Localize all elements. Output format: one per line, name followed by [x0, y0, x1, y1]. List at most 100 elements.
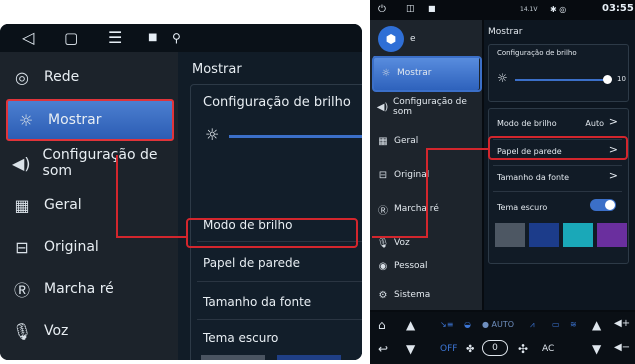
slider-knob[interactable] — [603, 75, 612, 84]
volume-down-icon[interactable]: ◀− — [614, 342, 630, 353]
main-panel: Mostrar Configuração de brilho ☼ 10 Modo… — [484, 20, 635, 310]
sidebar-item-label: e — [410, 34, 416, 44]
sidebar-item-geral[interactable]: ▦ Geral — [0, 184, 178, 226]
sidebar-item-rede[interactable]: ◎ Rede — [0, 56, 178, 98]
wallpaper-thumb[interactable] — [529, 223, 559, 247]
sidebar-item-original[interactable]: ⊟ Original — [0, 226, 178, 268]
brightness-slider[interactable] — [515, 79, 607, 81]
sidebar-item-label: Voz — [394, 238, 410, 248]
usb-icon: ⚲ — [172, 31, 181, 45]
system-icon: ⚙ — [378, 289, 388, 301]
main-panel: Mostrar Configuração de brilho ☼ Modo de… — [178, 52, 362, 360]
toggle-knob — [605, 200, 615, 210]
mic-icon: 🎙 — [376, 237, 390, 249]
brightness-header: Configuração de brilho — [497, 49, 577, 57]
divider — [493, 191, 622, 192]
status-bar: ⏻ ◫ ■ 14.1V ✱ ◎ 03:55 — [370, 0, 635, 20]
connector-line — [116, 236, 188, 238]
climate-bar: ⌂ ▲ ↩ ▼ ↘≡ ◒ ● AUTO ⩘ ▭ ≋ OFF ✤ 0 ✣ AC ▲… — [370, 312, 635, 364]
sidebar-item-label: Marcha ré — [394, 204, 439, 214]
app-logo-icon: ⬢ — [378, 26, 404, 52]
wallpaper-thumb[interactable] — [495, 223, 525, 247]
brightness-header: Configuração de brilho — [203, 95, 351, 110]
off-button[interactable]: OFF — [440, 344, 457, 354]
back-icon[interactable]: ◁ — [22, 24, 34, 52]
ac-button[interactable]: AC — [542, 344, 554, 354]
sidebar-item-sistema[interactable]: ⚙ Sistema — [370, 278, 482, 312]
clock: 03:55 — [602, 3, 634, 14]
reverse-icon: Ⓡ — [378, 205, 388, 217]
windshield-icon[interactable]: ⩘ — [530, 320, 535, 330]
brightness-icon: ☼ — [497, 71, 508, 85]
papel-de-parede-highlight — [488, 136, 628, 160]
brightness-slider[interactable] — [229, 135, 362, 138]
back-icon[interactable]: ↩ — [378, 342, 388, 356]
tamanho-da-fonte-label[interactable]: Tamanho da fonte — [497, 173, 569, 182]
auto-text: AUTO — [491, 320, 515, 329]
divider — [493, 165, 622, 166]
modo-de-brilho-label[interactable]: Modo de brilho — [497, 119, 557, 128]
sidebar-item-label: Original — [394, 170, 430, 180]
image-icon: ■ — [428, 4, 436, 13]
sidebar-item-label: Original — [44, 239, 99, 255]
modo-value: Auto — [585, 119, 604, 128]
dark-theme-toggle[interactable] — [590, 199, 616, 211]
recirculate-icon[interactable]: ◒ — [464, 320, 471, 329]
divider — [197, 281, 362, 282]
page-title: Mostrar — [488, 27, 523, 37]
fan-low-icon[interactable]: ✤ — [466, 344, 474, 355]
sidebar-item-label: Geral — [44, 197, 82, 213]
right-screenshot: ⏻ ◫ ■ 14.1V ✱ ◎ 03:55 ⬢ e ☼ Mostrar ◀) C… — [370, 0, 635, 364]
wallpaper-thumb[interactable] — [277, 355, 341, 360]
volume-up-icon[interactable]: ◀+ — [614, 318, 630, 329]
sidebar-item-label: Voz — [44, 323, 69, 339]
home-icon[interactable]: ▢ — [64, 24, 78, 52]
sidebar-item-marcha[interactable]: Ⓡ Marcha ré — [0, 268, 178, 310]
sidebar-item-app[interactable]: ⬢ e — [370, 22, 482, 56]
sidebar-item-label: Marcha ré — [44, 281, 114, 297]
sidebar-item-label: Sistema — [394, 290, 431, 300]
temp-up-icon[interactable]: ▲ — [406, 318, 415, 332]
wallpaper-thumb[interactable] — [201, 355, 265, 360]
fan-high-icon[interactable]: ✣ — [518, 342, 528, 356]
page-title: Mostrar — [192, 62, 242, 77]
seat-heat-icon[interactable]: ≋ — [570, 320, 577, 329]
connector-line — [426, 148, 428, 236]
antenna-icon: ◎ — [15, 67, 29, 87]
brightness-icon: ☼ — [205, 125, 220, 144]
divider — [197, 319, 362, 320]
tamanho-da-fonte-label[interactable]: Tamanho da fonte — [203, 295, 311, 309]
sidebar-item-som[interactable]: ◀) Configuração de som — [370, 90, 482, 124]
papel-de-parede-label[interactable]: Papel de parede — [203, 256, 300, 270]
sidebar-item-label: Pessoal — [394, 261, 428, 271]
sidebar-item-voz[interactable]: 🎙 Voz — [0, 310, 178, 352]
rear-defrost-icon[interactable]: ▭ — [552, 320, 560, 329]
wallpaper-thumb[interactable] — [597, 223, 627, 247]
connector-line — [372, 236, 428, 238]
wallpaper-thumb[interactable] — [563, 223, 593, 247]
sidebar-item-label: Rede — [44, 69, 80, 85]
temp-down-icon[interactable]: ▼ — [592, 342, 601, 356]
sidebar-item-mostrar[interactable]: ☼ Mostrar — [6, 99, 174, 141]
power-icon[interactable]: ⏻ — [378, 4, 386, 15]
menu-icon[interactable]: ☰ — [108, 24, 122, 52]
tema-escuro-label[interactable]: Tema escuro — [203, 331, 278, 345]
home-icon[interactable]: ⌂ — [378, 318, 386, 332]
settings-card: Modo de brilho Auto > Papel de parede > … — [488, 108, 629, 264]
auto-label[interactable]: ● AUTO — [482, 320, 514, 329]
papel-de-parede-highlight — [186, 218, 358, 248]
nav-bar: ◁ ▢ ☰ ■ ⚲ — [0, 24, 362, 52]
tema-escuro-label[interactable]: Tema escuro — [497, 203, 547, 212]
mostrar-active-outline — [372, 56, 482, 92]
airflow-icon[interactable]: ↘≡ — [440, 320, 453, 329]
brightness-icon: ☼ — [18, 110, 34, 130]
speaker-icon: ◀) — [12, 153, 31, 173]
fan-speed[interactable]: 0 — [482, 340, 508, 356]
car-icon: ⊟ — [15, 237, 29, 257]
sidebar-item-som[interactable]: ◀) Configuração de som — [0, 142, 178, 184]
mic-icon: 🎙 — [11, 321, 33, 341]
bluetooth-icon: ✱ ◎ — [550, 5, 567, 14]
temp-down-icon[interactable]: ▼ — [406, 342, 415, 356]
sidebar-item-label: Configuração de som — [393, 97, 467, 117]
temp-up-icon[interactable]: ▲ — [592, 318, 601, 332]
